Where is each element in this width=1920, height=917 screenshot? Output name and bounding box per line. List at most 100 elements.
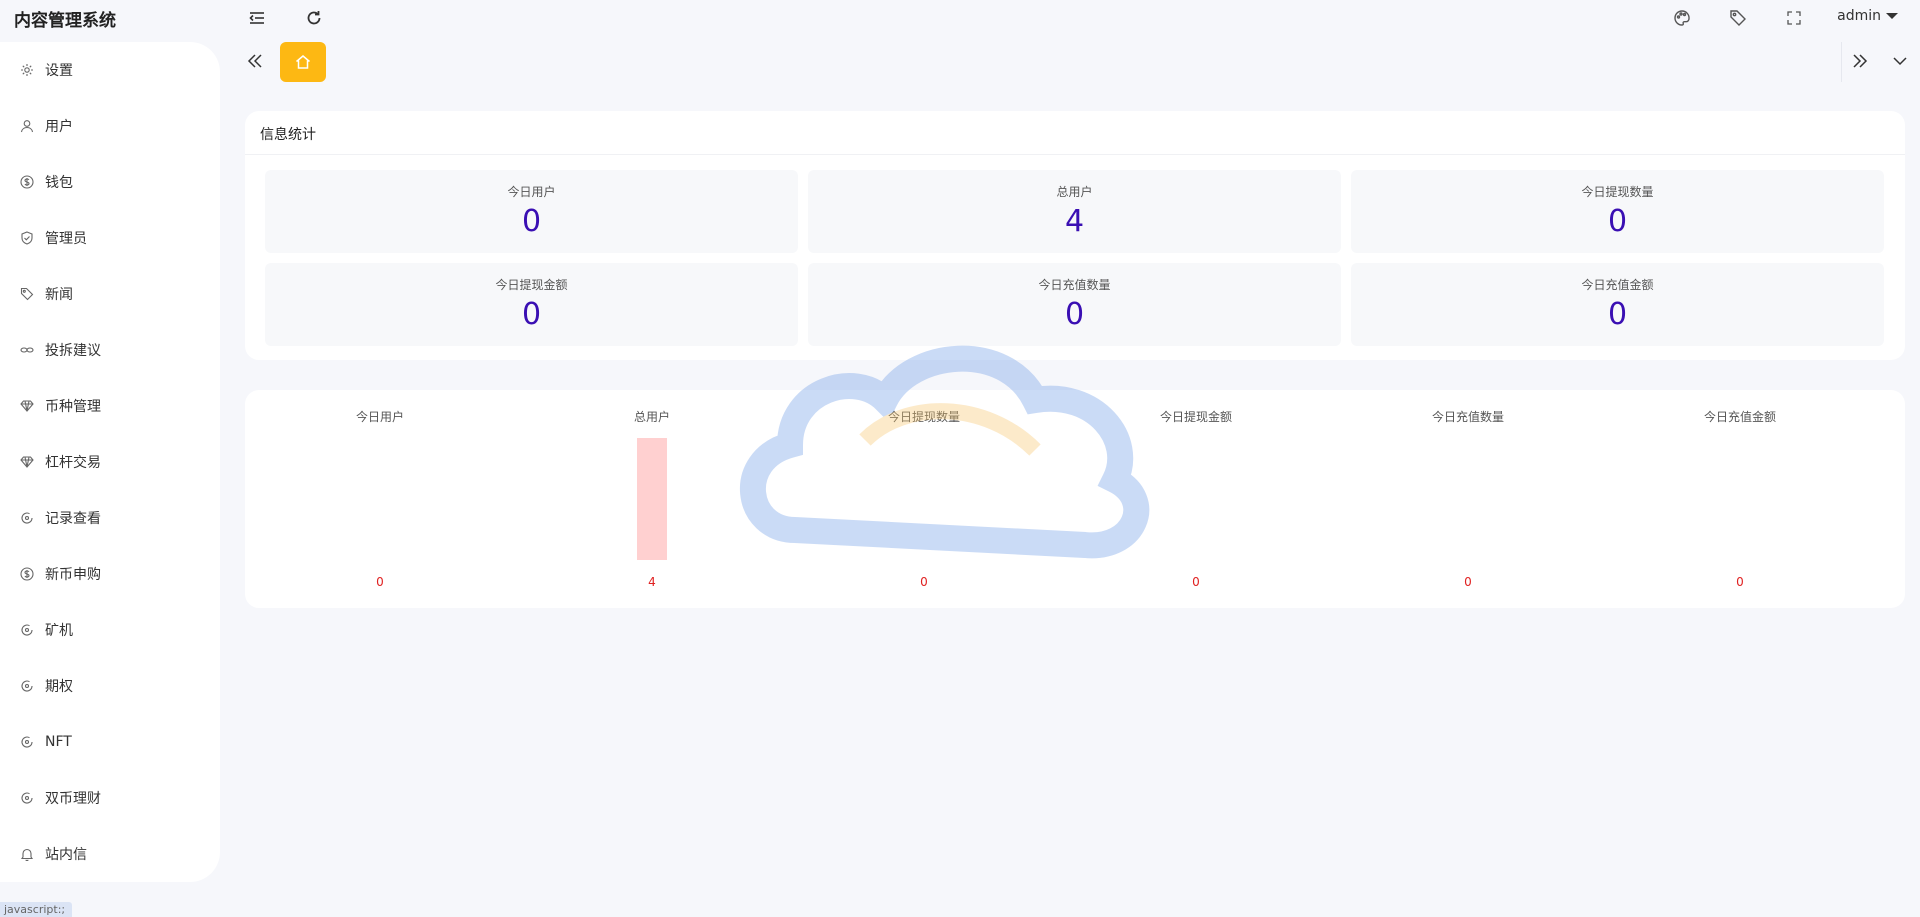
diamond-icon [19,454,35,470]
sidebar-item-new-coin[interactable]: 新币申购 [0,546,220,602]
sidebar-item-label: 记录查看 [45,511,101,527]
stats-card: 信息统计 今日用户 0 总用户 4 今日提现数量 0 今日提现金额 0 今日充值… [245,111,1905,360]
chart-value-label: 4 [648,575,656,589]
stat-label: 今日充值金额 [1581,278,1654,292]
chart-category-label: 今日用户 [355,410,404,424]
app-title: 内容管理系统 [14,11,116,31]
sidebar-item-label: 钱包 [45,175,73,191]
sidebar-item-label: 设置 [45,63,73,79]
stat-label: 今日提现金额 [495,278,568,292]
status-bar: javascript:; [0,902,72,917]
sidebar-item-label: 新币申购 [45,567,101,583]
sidebar-item-settings[interactable]: 设置 [0,42,220,98]
sidebar-item-label: 币种管理 [45,399,101,415]
stat-total-users: 总用户 4 [808,170,1341,253]
circle-icon [19,510,35,526]
caret-down-icon [1886,13,1898,19]
home-icon [296,55,310,69]
stat-value: 0 [1064,297,1085,332]
stat-label: 今日提现数量 [1581,185,1654,199]
sidebar-item-label: 新闻 [45,287,73,303]
stat-today-withdraw-count: 今日提现数量 0 [1351,170,1884,253]
stat-label: 今日充值数量 [1038,278,1111,292]
sidebar-item-label: 用户 [45,119,73,135]
user-icon [19,118,35,134]
chart-value-label: 0 [1736,575,1744,589]
sidebar-item-leverage[interactable]: 杠杆交易 [0,434,220,490]
refresh-icon[interactable] [302,6,326,30]
username: admin [1837,8,1881,24]
chart-category-label: 今日充值数量 [1431,410,1504,424]
shield-check-icon [19,230,35,246]
sidebar-item-nft[interactable]: NFT [0,714,220,770]
bell-icon [19,846,35,862]
sidebar-item-news[interactable]: 新闻 [0,266,220,322]
sidebar-item-records[interactable]: 记录查看 [0,490,220,546]
stat-value: 0 [521,297,542,332]
chart-category-label: 今日提现数量 [887,410,960,424]
chart-value-label: 0 [920,575,928,589]
circle-icon [19,622,35,638]
sidebar-item-users[interactable]: 用户 [0,98,220,154]
circle-icon [19,678,35,694]
tabs-scroll-left-icon[interactable] [244,50,266,72]
tabs-divider [1841,42,1842,82]
sidebar-item-label: 投拆建议 [45,343,101,359]
tag-icon[interactable] [1726,6,1750,30]
user-menu[interactable]: admin [1837,8,1898,24]
sidebar-item-label: 杠杆交易 [45,455,101,471]
stat-today-withdraw-amount: 今日提现金额 0 [265,263,798,346]
tabs-dropdown-icon[interactable] [1889,50,1911,72]
chart-value-label: 0 [1192,575,1200,589]
stat-label: 今日用户 [507,185,556,199]
dollar-icon [19,566,35,582]
circle-icon [19,734,35,750]
stat-today-recharge-count: 今日充值数量 0 [808,263,1341,346]
stats-bar-chart: 今日用户 0 总用户 4 今日提现数量 0 今日提现金额 0 今日充值数量 0 今日充值金额 0 [245,390,1905,608]
stat-today-users: 今日用户 0 [265,170,798,253]
sidebar-item-label: 站内信 [45,847,87,863]
sidebar-item-label: 管理员 [45,231,87,247]
sidebar-item-label: NFT [45,734,72,750]
sidebar-item-wallet[interactable]: 钱包 [0,154,220,210]
sidebar-item-label: 矿机 [45,623,73,639]
chart-column: 今日用户 0 [245,390,515,608]
sidebar-item-options[interactable]: 期权 [0,658,220,714]
link-icon [19,342,35,358]
gear-icon [19,62,35,78]
sidebar-item-admins[interactable]: 管理员 [0,210,220,266]
stat-label: 总用户 [1056,185,1093,199]
chart-column: 今日提现金额 0 [1061,390,1331,608]
palette-icon[interactable] [1670,6,1694,30]
chart-column: 今日充值数量 0 [1333,390,1603,608]
sidebar-item-miner[interactable]: 矿机 [0,602,220,658]
fullscreen-icon[interactable] [1782,6,1806,30]
circle-icon [19,790,35,806]
chart-bar [637,438,667,560]
chart-column: 今日提现数量 0 [789,390,1059,608]
chart-value-label: 0 [376,575,384,589]
stat-value: 0 [1607,297,1628,332]
sidebar: 设置 用户 钱包 管理员 新闻 投拆建议 币种管理 杠杆交易 记录查看 新币申购… [0,42,220,882]
diamond-icon [19,398,35,414]
sidebar-item-label: 期权 [45,679,73,695]
sidebar-item-messages[interactable]: 站内信 [0,826,220,882]
tag-icon [19,286,35,302]
chart-column: 总用户 4 [517,390,787,608]
dollar-icon [19,174,35,190]
chart-value-label: 0 [1464,575,1472,589]
stat-today-recharge-amount: 今日充值金额 0 [1351,263,1884,346]
chart-category-label: 总用户 [633,410,670,424]
tab-home[interactable] [280,42,326,82]
chart-column: 今日充值金额 0 [1605,390,1875,608]
sidebar-item-currency[interactable]: 币种管理 [0,378,220,434]
stat-value: 0 [1607,204,1628,239]
sidebar-item-dual-currency[interactable]: 双币理财 [0,770,220,826]
chart-category-label: 今日提现金额 [1159,410,1232,424]
stat-value: 0 [521,204,542,239]
collapse-menu-icon[interactable] [245,6,269,30]
stat-value: 4 [1064,204,1085,239]
stats-card-title: 信息统计 [245,111,1905,155]
sidebar-item-feedback[interactable]: 投拆建议 [0,322,220,378]
tabs-scroll-right-icon[interactable] [1849,50,1871,72]
